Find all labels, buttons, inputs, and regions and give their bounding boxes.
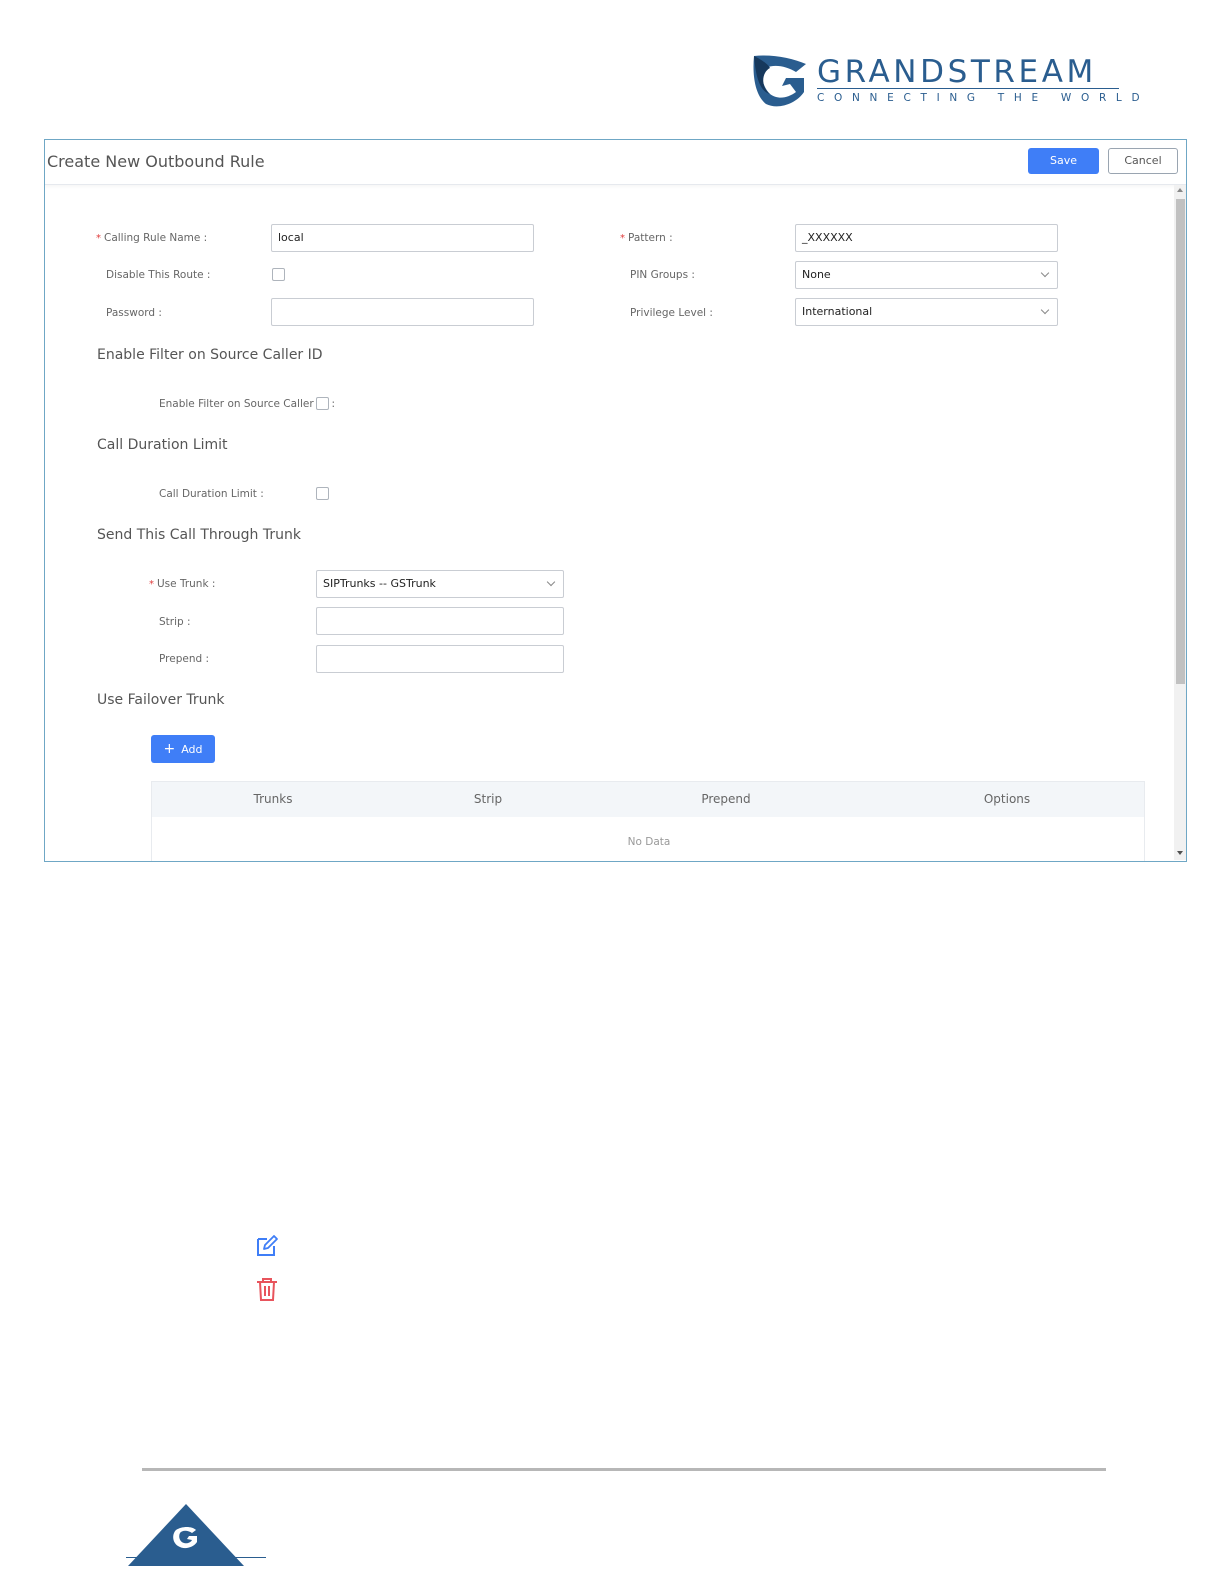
scrollbar-thumb[interactable] [1176,199,1185,684]
column-header-trunks: Trunks [253,792,293,806]
calling-rule-name-label: * Calling Rule Name : [96,232,207,244]
trunk-section-title: Send This Call Through Trunk [97,527,301,543]
outbound-rule-dialog: Create New Outbound Rule Save Cancel * Ca… [44,139,1187,862]
pin-groups-value: None [802,268,831,281]
strip-input[interactable] [316,607,564,635]
column-header-prepend: Prepend [701,792,751,806]
vertical-scrollbar[interactable] [1174,185,1186,860]
table-empty-text: No Data [627,836,671,848]
column-header-strip: Strip [473,792,503,806]
chevron-down-icon [1040,268,1050,278]
failover-trunk-table: Trunks Strip Prepend Options No Data [151,781,1145,861]
pattern-label-text: Pattern : [628,232,673,244]
save-button[interactable]: Save [1028,148,1099,174]
privilege-level-value: International [802,305,873,318]
chevron-down-icon [546,577,556,587]
use-trunk-label-text: Use Trunk : [157,578,216,590]
grandstream-logo: GRANDSTREAM CONNECTING THE WORLD [752,50,1140,112]
privilege-level-label: Privilege Level : [630,307,713,319]
footer-logo-icon [128,1504,244,1566]
use-trunk-label: * Use Trunk : [149,578,215,590]
source-filter-label: Enable Filter on Source Caller ID : [159,398,336,410]
required-marker: * [149,579,154,590]
prepend-input[interactable] [316,645,564,673]
pattern-label: * Pattern : [620,232,673,244]
required-marker: * [96,233,101,244]
dialog-header: Create New Outbound Rule Save Cancel [45,140,1186,185]
edit-icon [257,1235,278,1256]
calling-rule-name-label-text: Calling Rule Name : [104,232,208,244]
scroll-down-arrow-icon[interactable] [1177,851,1183,855]
cancel-button[interactable]: Cancel [1108,148,1178,174]
password-label: Password : [106,307,162,319]
source-filter-checkbox[interactable] [316,397,329,410]
pin-groups-select[interactable]: None [795,261,1058,289]
strip-label: Strip : [159,616,191,628]
disable-route-checkbox[interactable] [272,268,285,281]
add-button-label: Add [181,743,203,756]
plus-icon: + [163,741,176,757]
password-input[interactable] [271,298,534,326]
column-header-options: Options [983,792,1031,806]
pattern-input[interactable]: _XXXXXX [795,224,1058,252]
logo-wordmark: GRANDSTREAM [817,54,1097,90]
privilege-level-select[interactable]: International [795,298,1058,326]
scroll-up-arrow-icon[interactable] [1177,188,1183,192]
footer-divider [142,1468,1106,1471]
add-failover-trunk-button[interactable]: + Add [151,735,215,763]
required-marker: * [620,233,625,244]
duration-section-title: Call Duration Limit [97,437,228,453]
calling-rule-name-input[interactable]: local [271,224,534,252]
disable-route-label: Disable This Route : [106,269,211,281]
chevron-down-icon [1040,305,1050,315]
trash-icon [257,1278,277,1301]
source-filter-section-title: Enable Filter on Source Caller ID [97,347,323,363]
use-trunk-value: SIPTrunks -- GSTrunk [323,577,436,590]
grandstream-logo-mark [753,55,806,107]
pin-groups-label: PIN Groups : [630,269,695,281]
use-trunk-select[interactable]: SIPTrunks -- GSTrunk [316,570,564,598]
duration-label: Call Duration Limit : [159,488,264,500]
failover-section-title: Use Failover Trunk [97,692,225,708]
table-header: Trunks Strip Prepend Options [152,782,1144,817]
prepend-label: Prepend : [159,653,210,665]
duration-checkbox[interactable] [316,487,329,500]
footer-underline [126,1557,266,1558]
logo-tagline: CONNECTING THE WORLD [817,92,1150,104]
dialog-title: Create New Outbound Rule [47,152,265,171]
logo-rule [817,88,1119,89]
